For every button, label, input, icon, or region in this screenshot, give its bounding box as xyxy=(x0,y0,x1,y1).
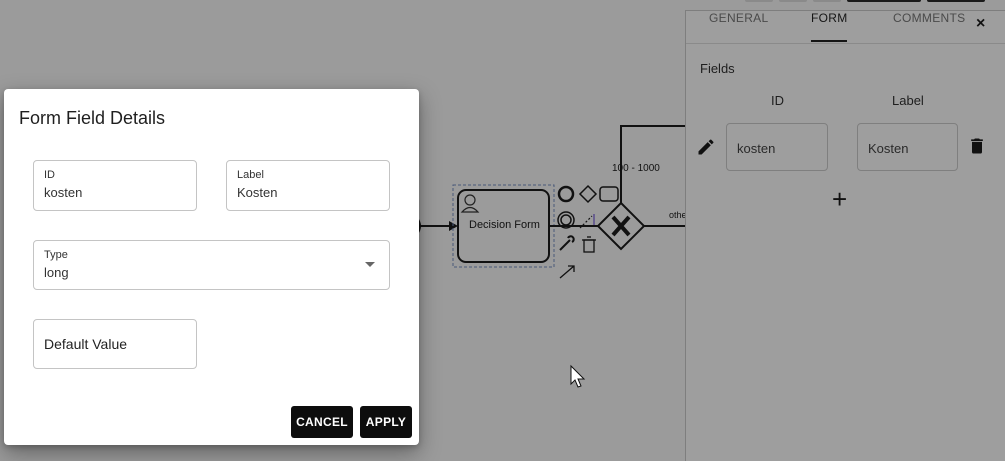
label-input-value: Kosten xyxy=(237,185,278,200)
flow-default-label: othe xyxy=(669,210,687,220)
id-input[interactable]: ID kosten xyxy=(33,160,197,211)
append-gateway-icon[interactable] xyxy=(578,184,598,204)
dialog-title: Form Field Details xyxy=(19,108,166,128)
column-header-label: Label xyxy=(892,93,924,108)
tab-general[interactable]: GENERAL xyxy=(709,11,768,25)
id-input-value: kosten xyxy=(44,185,83,200)
default-value-input[interactable]: Default Value xyxy=(33,319,197,369)
label-input-label: Label xyxy=(237,169,264,181)
mouse-cursor-icon xyxy=(570,364,586,388)
type-select-label: Type xyxy=(44,249,68,261)
column-header-id: ID xyxy=(771,93,784,108)
delete-trash-icon[interactable] xyxy=(967,136,987,156)
close-icon[interactable]: × xyxy=(976,16,985,32)
default-value-placeholder: Default Value xyxy=(44,336,128,352)
flow-condition-label: 100 - 1000 xyxy=(612,163,660,174)
append-end-event-icon[interactable] xyxy=(557,185,575,203)
task-label: Decision Form xyxy=(469,219,540,231)
wrench-icon[interactable] xyxy=(559,235,575,251)
panel-divider xyxy=(686,43,1005,44)
id-input-label: ID xyxy=(44,169,55,181)
trash-icon[interactable] xyxy=(582,236,596,253)
cancel-button[interactable]: CANCEL xyxy=(291,406,353,438)
type-select[interactable]: Type long xyxy=(33,240,390,290)
chevron-down-icon[interactable] xyxy=(365,262,375,267)
form-field-dialog: Form Field Details ID kosten Label Koste… xyxy=(4,89,419,445)
fields-heading: Fields xyxy=(700,61,735,76)
add-field-icon[interactable]: + xyxy=(832,186,847,212)
append-task-icon[interactable] xyxy=(599,186,619,202)
field-label-cell[interactable]: Kosten xyxy=(857,123,958,171)
label-input[interactable]: Label Kosten xyxy=(226,160,390,211)
properties-panel xyxy=(685,10,1005,461)
connect-arrow-icon[interactable] xyxy=(559,265,575,279)
type-select-value: long xyxy=(44,265,69,280)
edit-pencil-icon[interactable] xyxy=(696,137,716,157)
apply-button[interactable]: APPLY xyxy=(360,406,412,438)
field-id-cell[interactable]: kosten xyxy=(726,123,828,171)
tab-comments[interactable]: COMMENTS xyxy=(893,11,965,25)
tab-form[interactable]: FORM xyxy=(811,11,848,25)
active-tab-indicator xyxy=(811,40,847,42)
